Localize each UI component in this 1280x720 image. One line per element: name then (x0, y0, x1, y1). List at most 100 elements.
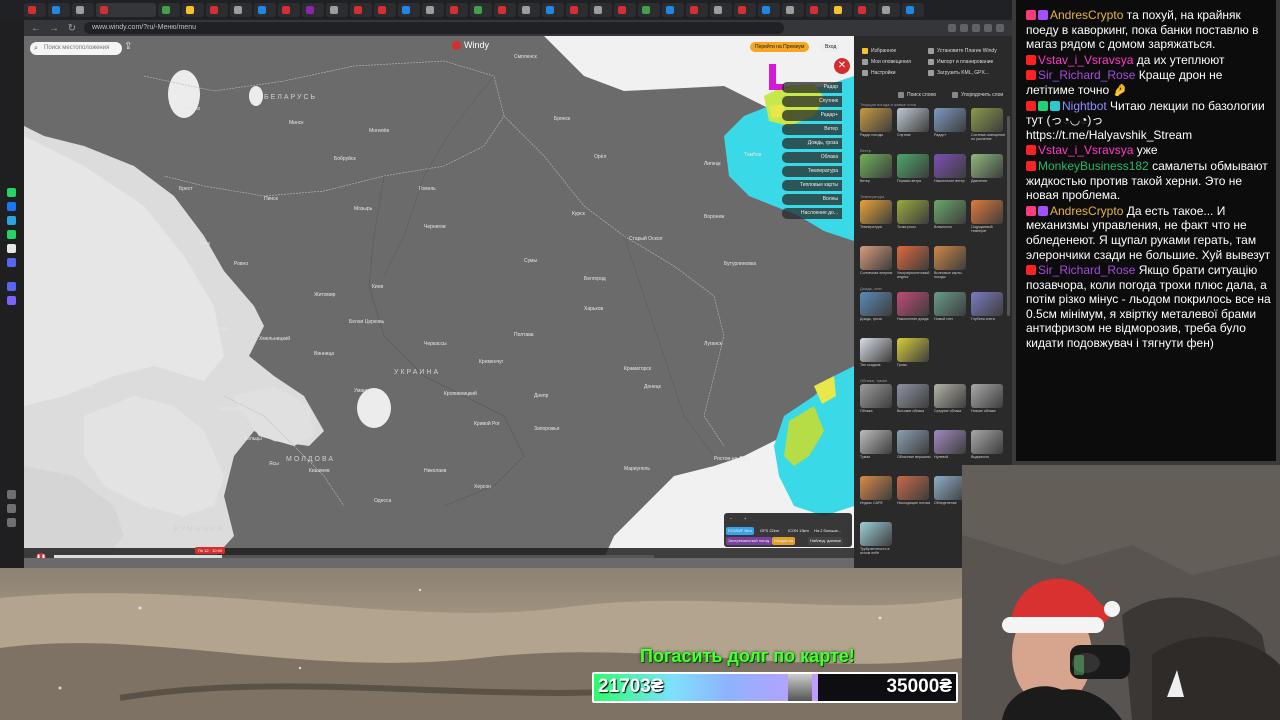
layer-tile[interactable] (971, 384, 1003, 408)
browser-tab[interactable] (710, 3, 732, 17)
city-label[interactable]: Бобруйск (334, 156, 356, 162)
browser-tab[interactable] (182, 3, 204, 17)
twitter-icon[interactable] (7, 244, 16, 253)
city-label[interactable]: Ясы (269, 461, 279, 467)
city-label[interactable]: Гродно (184, 106, 200, 112)
menu-link[interactable]: Импорт и планирование (928, 59, 993, 65)
layer-search[interactable]: Поиск слоев (898, 92, 936, 98)
layer-picker-item[interactable]: Тепловые карты (782, 180, 842, 191)
city-label[interactable]: Мариуполь (624, 466, 650, 472)
layer-tile[interactable] (860, 476, 892, 500)
browser-tab[interactable] (72, 3, 94, 17)
city-label[interactable]: Белая Церковь (349, 319, 384, 325)
city-label[interactable]: Кропивницкий (444, 391, 477, 397)
chat-username[interactable]: Sir_Richard_Rose (1038, 263, 1135, 277)
city-label[interactable]: Могилёв (369, 128, 389, 134)
layer-tile[interactable] (971, 154, 1003, 178)
weather-map[interactable]: Минск Гомель Брянск Курск Чернигов Сумы Белгор… (24, 36, 854, 558)
messenger-icon[interactable] (7, 202, 16, 211)
browser-tab[interactable] (278, 3, 300, 17)
layer-picker-item[interactable]: Радар+ (782, 110, 842, 121)
app-icon[interactable] (7, 296, 16, 305)
layer-tile[interactable] (971, 430, 1003, 454)
layer-tile[interactable] (971, 200, 1003, 224)
city-label[interactable]: Умань (354, 388, 369, 394)
menu-link[interactable]: Мои оповещения (862, 59, 911, 65)
browser-tab[interactable] (830, 3, 852, 17)
layer-tile[interactable] (897, 108, 929, 132)
city-label[interactable]: Тернополь (204, 326, 229, 332)
layer-picker-item[interactable]: Ветер (782, 124, 842, 135)
browser-tab[interactable] (758, 3, 780, 17)
play-icon[interactable]: ❚❚ (36, 553, 46, 558)
share-icon[interactable]: ⇪ (124, 41, 136, 53)
browser-tab[interactable] (470, 3, 492, 17)
city-label[interactable]: Воронеж (704, 214, 725, 220)
layer-tile[interactable] (860, 338, 892, 362)
layer-tile[interactable] (971, 108, 1003, 132)
city-label[interactable]: Бутурлиновка (724, 261, 756, 267)
browser-tab[interactable] (96, 3, 156, 17)
scrollbar[interactable] (1007, 116, 1010, 316)
city-label[interactable]: Пинск (264, 196, 278, 202)
city-label[interactable]: Краматорск (624, 366, 651, 372)
layer-picker-item[interactable]: Облака (782, 152, 842, 163)
layer-picker-item[interactable]: Спутник (782, 96, 842, 107)
menu-link[interactable]: Загрузить KML, GPX... (928, 70, 989, 76)
layer-tile[interactable] (934, 246, 966, 270)
city-label[interactable]: Орёл (594, 154, 606, 160)
menu-link[interactable]: Установите Плагин Windy (928, 48, 997, 54)
layer-tile[interactable] (934, 154, 966, 178)
city-label[interactable]: Минск (289, 120, 303, 126)
menu-link[interactable]: Избранное (862, 48, 896, 54)
forward-icon[interactable]: → (48, 23, 60, 34)
browser-tab[interactable] (374, 3, 396, 17)
browser-tab[interactable] (254, 3, 276, 17)
whatsapp-icon[interactable] (7, 230, 16, 239)
browser-tab[interactable] (782, 3, 804, 17)
layer-tile[interactable] (860, 108, 892, 132)
browser-tab[interactable] (566, 3, 588, 17)
extension-icon[interactable] (948, 24, 956, 32)
browser-tab[interactable] (518, 3, 540, 17)
layer-tile[interactable] (860, 430, 892, 454)
city-label[interactable]: Кишинев (309, 468, 330, 474)
chat-username[interactable]: Nightbot (1062, 99, 1107, 113)
whatsapp-icon[interactable] (7, 188, 16, 197)
chat-username[interactable]: MonkeyBusiness182 (1038, 159, 1149, 173)
city-label[interactable]: Кременчуг (479, 359, 503, 365)
chat-username[interactable]: Vstav_i_Vsravsya (1038, 143, 1133, 157)
layer-picker-item[interactable]: Радар (782, 82, 842, 93)
city-label[interactable]: Одесса (374, 498, 391, 504)
city-label[interactable]: Винница (314, 351, 334, 357)
chat-username[interactable]: AndresCrypto (1050, 204, 1123, 218)
layer-tile[interactable] (860, 522, 892, 546)
city-label[interactable]: Сумы (524, 258, 537, 264)
city-label[interactable]: Гомель (419, 186, 436, 192)
discord-icon[interactable] (7, 258, 16, 267)
model-button[interactable]: GFS 22km (758, 527, 781, 535)
city-label[interactable]: Брянск (554, 116, 570, 122)
browser-tab[interactable] (230, 3, 252, 17)
layer-tile[interactable] (860, 292, 892, 316)
city-label[interactable]: Николаев (424, 468, 446, 474)
layer-tile[interactable] (934, 200, 966, 224)
login-button[interactable]: Вход (820, 42, 842, 52)
model-button-active[interactable]: ECMWF 9km (726, 527, 754, 535)
layer-picker-item[interactable]: Дождь, гроза (782, 138, 842, 149)
layer-tile[interactable] (897, 476, 929, 500)
model-button[interactable]: ICON 13km (786, 527, 811, 535)
browser-tab[interactable] (854, 3, 876, 17)
browser-tab[interactable] (494, 3, 516, 17)
browser-tab[interactable] (158, 3, 180, 17)
telegram-icon[interactable] (7, 216, 16, 225)
profile-icon[interactable] (996, 24, 1004, 32)
city-label[interactable]: Донецк (644, 384, 661, 390)
browser-tab[interactable] (206, 3, 228, 17)
browser-tab[interactable] (902, 3, 924, 17)
more-icon[interactable] (7, 518, 16, 527)
chat-username[interactable]: AndresCrypto (1050, 8, 1123, 22)
layer-picker-item[interactable]: Волны (782, 194, 842, 205)
city-label[interactable]: Харьков (584, 306, 603, 312)
city-label[interactable]: Брест (179, 186, 193, 192)
